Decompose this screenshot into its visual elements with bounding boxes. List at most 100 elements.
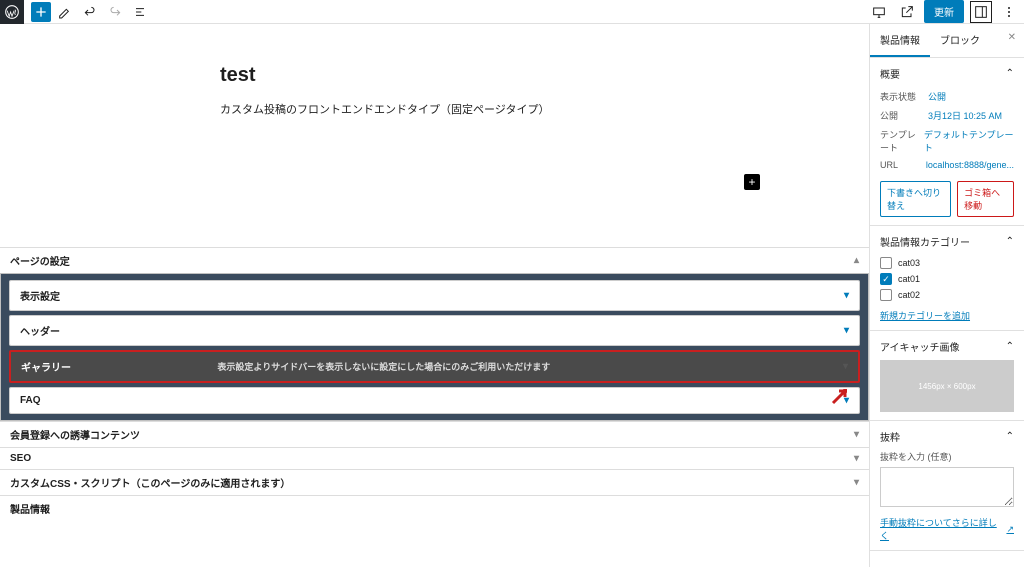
post-body[interactable]: カスタム投稿のフロントエンドエンドタイプ（固定ページタイプ） — [220, 101, 720, 117]
main-area: test カスタム投稿のフロントエンドエンドタイプ（固定ページタイプ） + ペー… — [0, 24, 1024, 567]
editor-column: test カスタム投稿のフロントエンドエンドタイプ（固定ページタイプ） + ペー… — [0, 24, 869, 567]
add-category-link[interactable]: 新規カテゴリーを追加 — [880, 309, 1014, 322]
display-settings-label: 表示設定 — [20, 288, 60, 303]
thumbnail-placeholder[interactable]: 1456px × 600px — [880, 360, 1014, 412]
custom-css-header[interactable]: カスタムCSS・スクリプト（このページのみに適用されます） ▾ — [0, 470, 869, 495]
chevron-down-icon: ▾ — [854, 429, 859, 440]
content-wrap: test カスタム投稿のフロントエンドエンドタイプ（固定ページタイプ） + — [40, 64, 720, 117]
status-row[interactable]: 表示状態 公開 — [880, 87, 1014, 106]
category-label: cat02 — [898, 290, 920, 300]
seo-label: SEO — [10, 453, 31, 464]
switch-draft-button[interactable]: 下書きへ切り替え — [880, 181, 951, 217]
category-row-cat02[interactable]: cat02 — [880, 287, 1014, 303]
category-row-cat01[interactable]: ✓ cat01 — [880, 271, 1014, 287]
page-settings-label: ページの設定 — [10, 253, 70, 268]
product-info-section: 製品情報 — [0, 495, 869, 521]
sidebar-tabs: 製品情報 ブロック ✕ — [870, 24, 1024, 58]
chevron-up-icon: ⌃ — [1006, 341, 1014, 352]
header-row[interactable]: ヘッダー ▾ — [9, 315, 860, 346]
external-preview-icon[interactable] — [896, 1, 918, 23]
member-cta-label: 会員登録への誘導コンテンツ — [10, 427, 140, 442]
sidebar-close-button[interactable]: ✕ — [1000, 24, 1024, 57]
redo-button[interactable] — [104, 1, 126, 23]
template-label: テンプレート — [880, 128, 924, 154]
wordpress-logo[interactable] — [0, 0, 24, 24]
gallery-row[interactable]: ギャラリー 表示設定よりサイドバーを表示しないに設定にした場合にのみご利用いただ… — [9, 350, 860, 383]
publish-label: 公開 — [880, 109, 928, 122]
categories-header[interactable]: 製品情報カテゴリー ⌃ — [880, 234, 1014, 249]
content-area: test カスタム投稿のフロントエンドエンドタイプ（固定ページタイプ） + — [0, 24, 869, 117]
summary-title: 概要 — [880, 66, 900, 81]
chevron-down-icon: ▾ — [854, 477, 859, 488]
summary-actions: 下書きへ切り替え ゴミ箱へ移動 — [880, 181, 1014, 217]
category-row-cat03[interactable]: cat03 — [880, 255, 1014, 271]
excerpt-label: 抜粋を入力 (任意) — [880, 450, 1014, 463]
checkbox-unchecked[interactable] — [880, 289, 892, 301]
post-title[interactable]: test — [220, 64, 720, 87]
settings-sidebar: 製品情報 ブロック ✕ 概要 ⌃ 表示状態 公開 公開 3月12日 10:25 … — [869, 24, 1024, 567]
settings-toggle-button[interactable] — [970, 1, 992, 23]
status-value: 公開 — [928, 90, 946, 103]
custom-css-section: カスタムCSS・スクリプト（このページのみに適用されます） ▾ — [0, 469, 869, 495]
header-label: ヘッダー — [20, 323, 60, 338]
chevron-up-icon: ⌃ — [1006, 431, 1014, 442]
update-button[interactable]: 更新 — [924, 0, 964, 23]
url-label: URL — [880, 160, 926, 170]
chevron-down-icon: ▾ — [844, 325, 849, 336]
url-value: localhost:8888/gene... — [926, 160, 1014, 170]
page-settings-header[interactable]: ページの設定 ▴ — [0, 248, 869, 273]
inline-add-block-button[interactable]: + — [744, 174, 760, 190]
excerpt-textarea[interactable] — [880, 467, 1014, 507]
tab-product-info[interactable]: 製品情報 — [870, 24, 930, 57]
categories-title: 製品情報カテゴリー — [880, 234, 970, 249]
edit-mode-button[interactable] — [54, 1, 76, 23]
template-value: デフォルトテンプレート — [924, 128, 1014, 154]
more-options-button[interactable] — [998, 1, 1020, 23]
summary-panel: 概要 ⌃ 表示状態 公開 公開 3月12日 10:25 AM テンプレート デフ… — [870, 58, 1024, 226]
chevron-up-icon: ⌃ — [1006, 68, 1014, 79]
add-block-button[interactable] — [31, 2, 51, 22]
external-link-icon: ↗ — [1006, 524, 1014, 535]
outline-button[interactable] — [129, 1, 151, 23]
chevron-up-icon: ⌃ — [1006, 236, 1014, 247]
page-settings-section: ページの設定 ▴ 表示設定 ▾ ヘッダー ▾ ギャラリー 表示設定よりサイドバー… — [0, 247, 869, 421]
chevron-down-icon: ▾ — [854, 453, 859, 464]
gallery-label: ギャラリー — [21, 359, 71, 374]
gallery-hint: 表示設定よりサイドバーを表示しないに設定にした場合にのみご利用いただけます — [217, 360, 550, 373]
toolbar-left — [4, 0, 151, 24]
faq-row[interactable]: FAQ ▾ — [9, 387, 860, 414]
publish-row[interactable]: 公開 3月12日 10:25 AM — [880, 106, 1014, 125]
summary-header[interactable]: 概要 ⌃ — [880, 66, 1014, 81]
category-label: cat03 — [898, 258, 920, 268]
chevron-down-icon: ▾ — [843, 361, 848, 372]
checkbox-unchecked[interactable] — [880, 257, 892, 269]
chevron-down-icon: ▾ — [844, 290, 849, 301]
top-toolbar: 更新 — [0, 0, 1024, 24]
status-label: 表示状態 — [880, 90, 928, 103]
trash-button[interactable]: ゴミ箱へ移動 — [957, 181, 1014, 217]
checkbox-checked[interactable]: ✓ — [880, 273, 892, 285]
undo-button[interactable] — [79, 1, 101, 23]
page-settings-body: 表示設定 ▾ ヘッダー ▾ ギャラリー 表示設定よりサイドバーを表示しないに設定… — [0, 273, 869, 421]
seo-header[interactable]: SEO ▾ — [0, 448, 869, 469]
chevron-up-icon: ▴ — [854, 255, 859, 266]
excerpt-help-link[interactable]: 手動抜粋についてさらに詳しく ↗ — [880, 516, 1014, 542]
thumbnail-panel: アイキャッチ画像 ⌃ 1456px × 600px — [870, 331, 1024, 421]
tab-block[interactable]: ブロック — [930, 24, 990, 57]
publish-value: 3月12日 10:25 AM — [928, 109, 1002, 122]
member-cta-section: 会員登録への誘導コンテンツ ▾ — [0, 421, 869, 447]
url-row[interactable]: URL localhost:8888/gene... — [880, 157, 1014, 173]
excerpt-help-text: 手動抜粋についてさらに詳しく — [880, 516, 1004, 542]
excerpt-panel: 抜粋 ⌃ 抜粋を入力 (任意) 手動抜粋についてさらに詳しく ↗ — [870, 421, 1024, 551]
thumbnail-header[interactable]: アイキャッチ画像 ⌃ — [880, 339, 1014, 354]
desktop-preview-icon[interactable] — [868, 1, 890, 23]
excerpt-header[interactable]: 抜粋 ⌃ — [880, 429, 1014, 444]
thumbnail-title: アイキャッチ画像 — [880, 339, 960, 354]
member-cta-header[interactable]: 会員登録への誘導コンテンツ ▾ — [0, 422, 869, 447]
categories-panel: 製品情報カテゴリー ⌃ cat03 ✓ cat01 cat02 新規カテゴリーを… — [870, 226, 1024, 331]
display-settings-row[interactable]: 表示設定 ▾ — [9, 280, 860, 311]
template-row[interactable]: テンプレート デフォルトテンプレート — [880, 125, 1014, 157]
faq-label: FAQ — [20, 395, 41, 406]
product-info-header[interactable]: 製品情報 — [0, 496, 869, 521]
toolbar-right: 更新 — [868, 0, 1020, 23]
